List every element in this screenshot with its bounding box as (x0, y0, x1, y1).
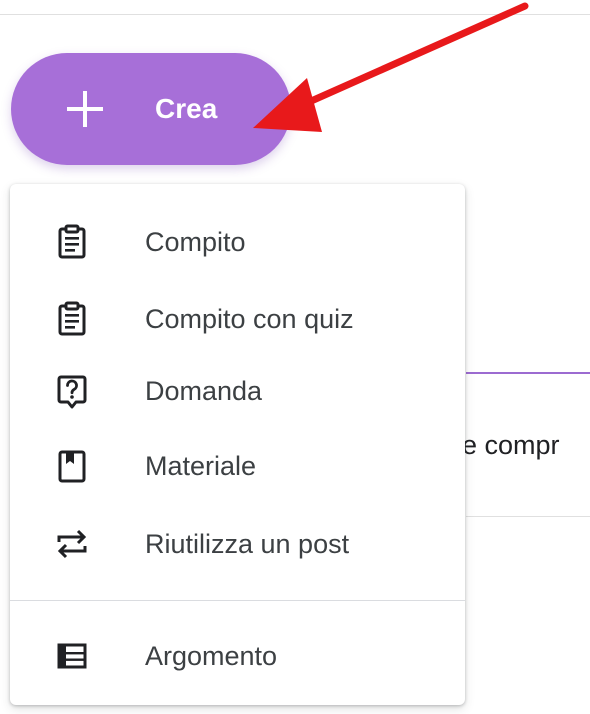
menu-divider (10, 600, 465, 601)
assignment-icon (58, 224, 86, 259)
menu-item-label: Materiale (145, 451, 257, 481)
menu-item-materiale[interactable]: Materiale (10, 430, 465, 502)
material-icon (58, 450, 86, 483)
menu-item-compito[interactable]: Compito (10, 206, 465, 278)
background-divider (466, 516, 590, 517)
menu-item-argomento[interactable]: Argomento (10, 620, 465, 692)
menu-item-label: Argomento (145, 641, 278, 671)
reuse-icon (57, 529, 87, 559)
create-button[interactable]: Crea (11, 53, 291, 165)
topic-icon (57, 643, 87, 669)
top-divider (0, 14, 590, 15)
menu-item-riutilizza-un-post[interactable]: Riutilizza un post (10, 508, 465, 580)
menu-item-domanda[interactable]: Domanda (10, 355, 465, 427)
create-button-label: Crea (155, 93, 218, 124)
background-partial-text: e compr (462, 430, 560, 460)
quiz-assignment-icon (58, 301, 86, 336)
plus-icon (67, 91, 103, 127)
menu-item-label: Domanda (145, 376, 263, 406)
create-menu: Compito Compito con quiz Domanda Materia… (10, 184, 465, 705)
question-icon (57, 375, 87, 409)
menu-item-label: Compito con quiz (145, 304, 354, 334)
menu-item-label: Riutilizza un post (145, 529, 350, 559)
menu-item-label: Compito (145, 227, 246, 257)
menu-item-compito-con-quiz[interactable]: Compito con quiz (10, 283, 465, 355)
background-tab-underline (466, 372, 590, 374)
